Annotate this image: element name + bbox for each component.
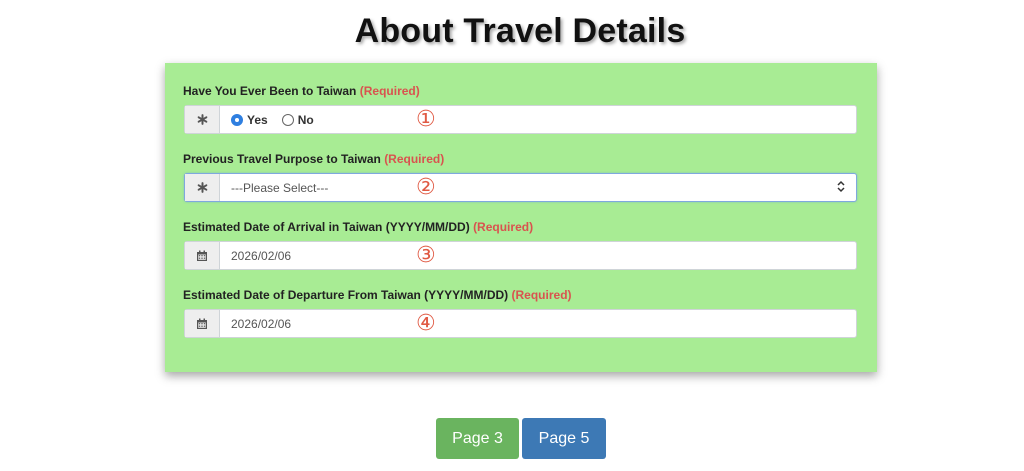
calendar-icon[interactable] [185, 242, 220, 269]
radio-no[interactable]: No [281, 112, 314, 127]
field-label-text: Have You Ever Been to Taiwan [183, 84, 357, 98]
arrival-date-group: 2026/02/06 ③ [184, 241, 857, 270]
field-label-departure-date: Estimated Date of Departure From Taiwan … [183, 288, 572, 302]
radio-yes-indicator[interactable] [231, 113, 243, 126]
departure-date-value: 2026/02/06 [231, 316, 292, 331]
arrival-date-value: 2026/02/06 [231, 248, 292, 263]
travel-purpose-select[interactable]: ---Please Select--- ② [184, 173, 857, 202]
annotation-marker-4: ④ [416, 311, 436, 336]
radio-yes-label: Yes [247, 112, 268, 127]
field-label-been-to-taiwan: Have You Ever Been to Taiwan (Required) [183, 84, 420, 98]
required-indicator: (Required) [511, 288, 572, 302]
arrival-date-input[interactable]: 2026/02/06 ③ [220, 242, 856, 269]
radio-yes[interactable]: Yes [231, 113, 268, 127]
required-indicator: (Required) [384, 152, 445, 166]
been-to-taiwan-group: Yes No ① [184, 105, 857, 134]
annotation-marker-3: ③ [416, 243, 436, 268]
select-placeholder: ---Please Select--- [231, 180, 329, 195]
been-to-taiwan-radio-group: Yes No ① [220, 106, 856, 133]
travel-details-page: About Travel Details Have You Ever Been … [0, 0, 1024, 471]
annotation-marker-2: ② [416, 175, 436, 200]
field-label-text: Estimated Date of Departure From Taiwan … [183, 288, 509, 302]
radio-no-label: No [297, 112, 314, 127]
travel-purpose-dropdown[interactable]: ---Please Select--- ② [220, 174, 856, 201]
required-indicator: (Required) [473, 220, 534, 234]
chevron-updown-icon[interactable] [837, 180, 845, 195]
departure-date-group: 2026/02/06 ④ [184, 309, 857, 338]
annotation-marker-1: ① [416, 107, 436, 132]
radio-no-indicator[interactable] [281, 113, 294, 126]
field-label-arrival-date: Estimated Date of Arrival in Taiwan (YYY… [183, 220, 533, 234]
field-label-travel-purpose: Previous Travel Purpose to Taiwan (Requi… [183, 152, 444, 166]
required-indicator: (Required) [359, 84, 420, 98]
page-title: About Travel Details [354, 12, 686, 50]
prev-page-button[interactable]: Page 3 [436, 418, 519, 459]
departure-date-input[interactable]: 2026/02/06 ④ [220, 310, 856, 337]
asterisk-icon [185, 106, 220, 133]
travel-details-form: Have You Ever Been to Taiwan (Required) … [165, 63, 877, 372]
next-page-button[interactable]: Page 5 [522, 418, 606, 459]
field-label-text: Previous Travel Purpose to Taiwan [183, 152, 381, 166]
field-label-text: Estimated Date of Arrival in Taiwan (YYY… [183, 220, 470, 234]
calendar-icon[interactable] [185, 310, 220, 337]
asterisk-icon [185, 174, 220, 201]
